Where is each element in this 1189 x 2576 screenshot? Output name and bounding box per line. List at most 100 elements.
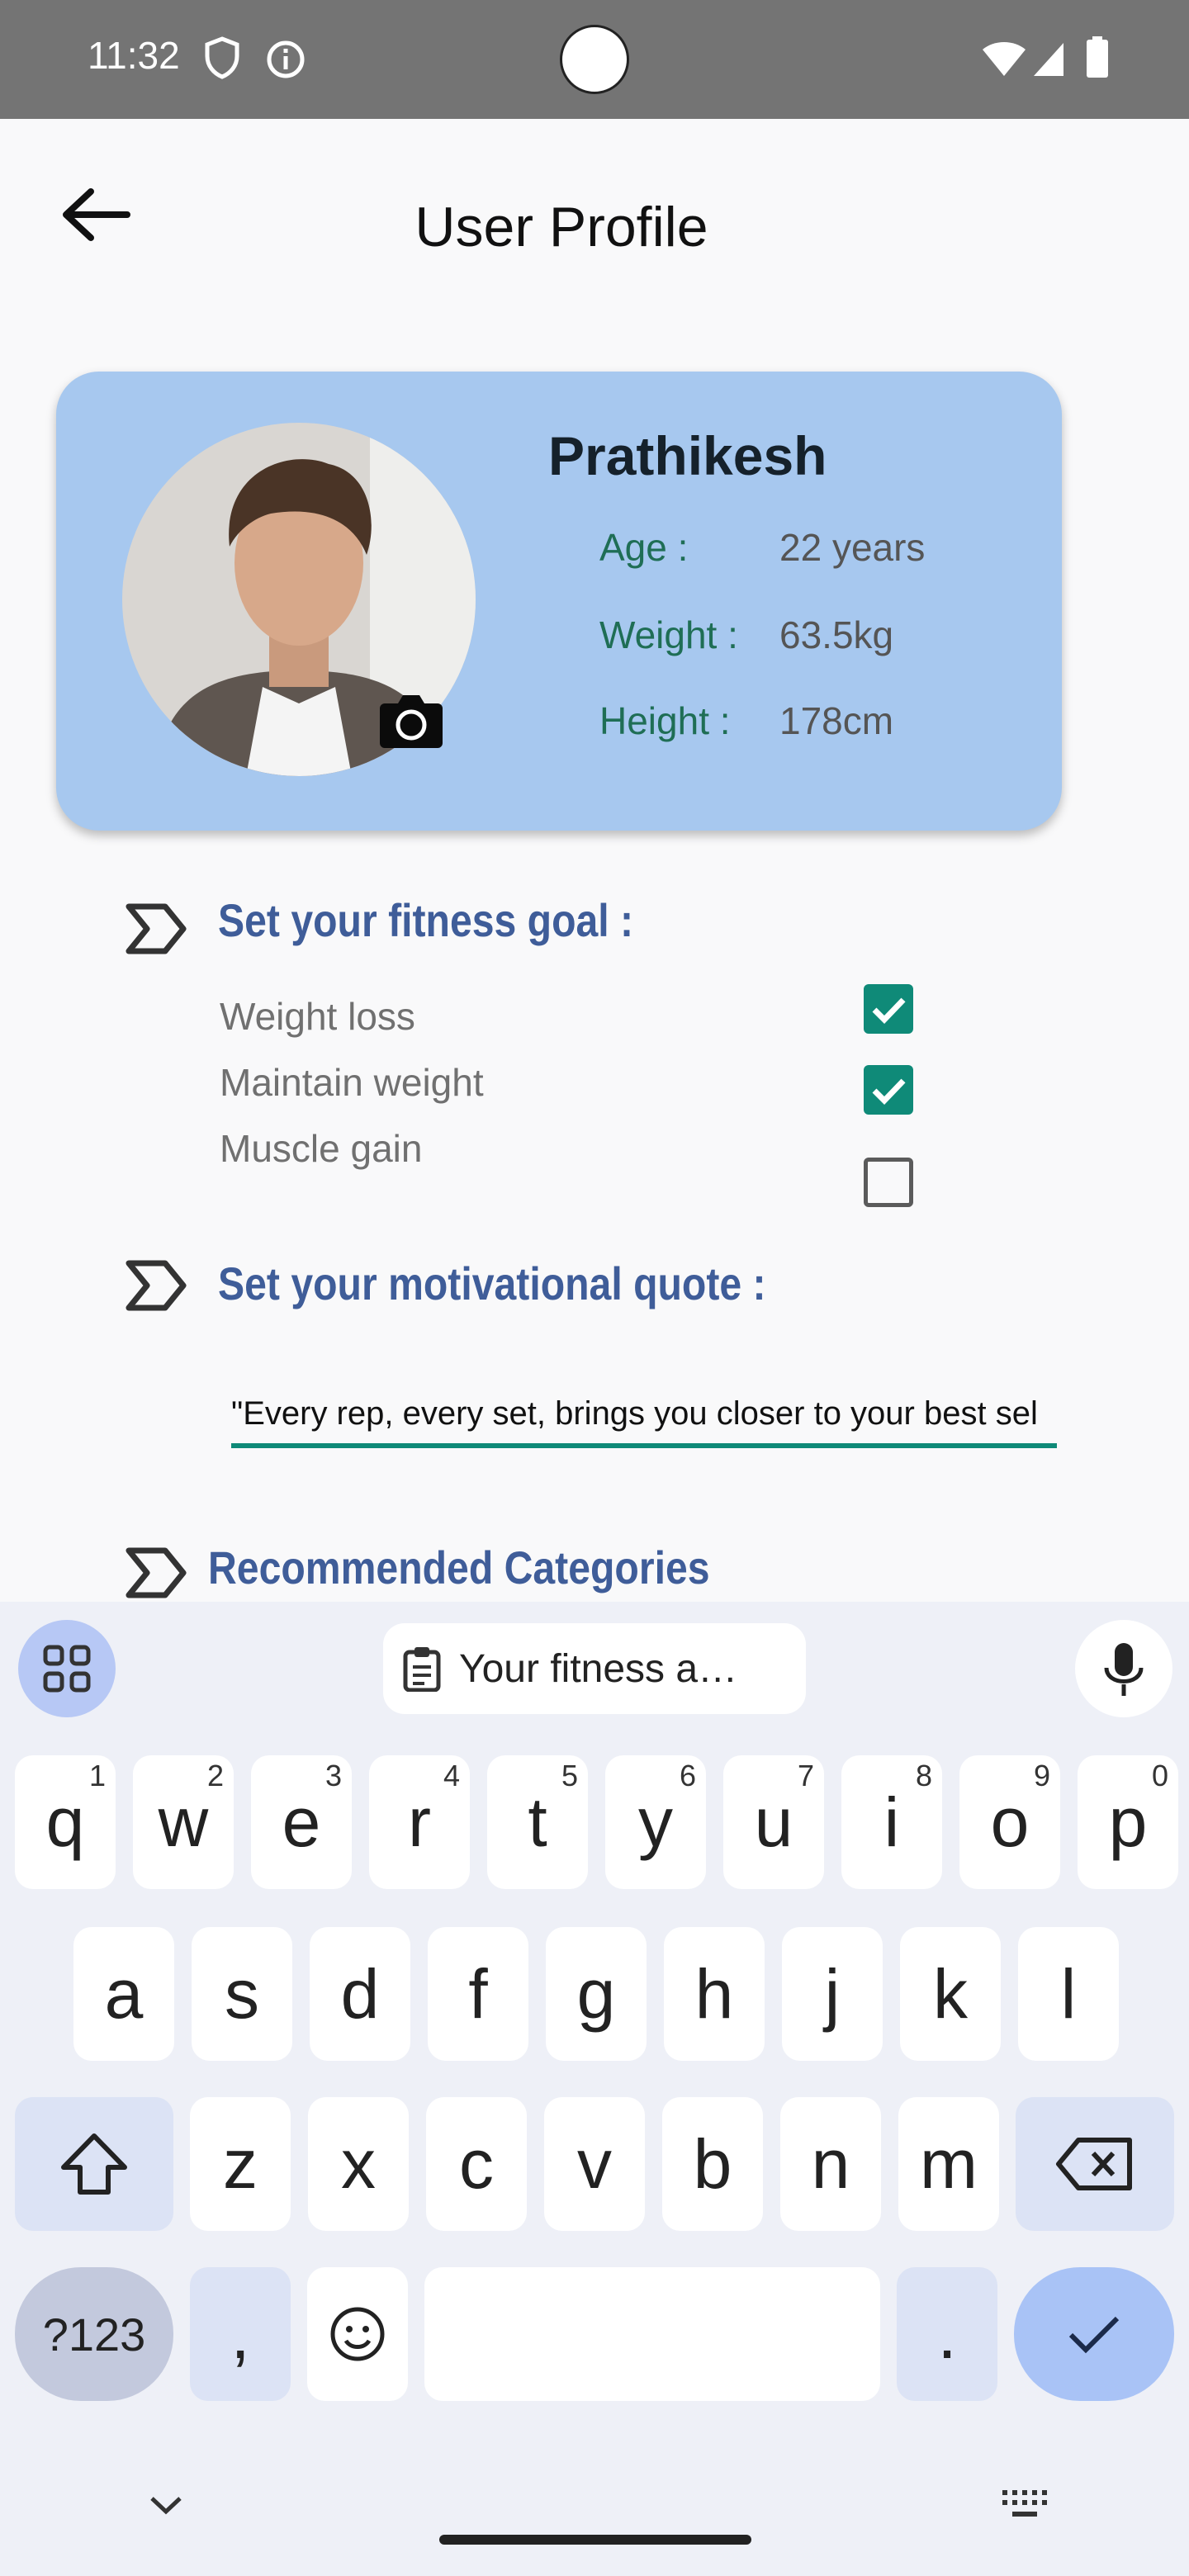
keyboard-switch-icon[interactable]	[1001, 2488, 1049, 2522]
age-label: Age :	[599, 526, 689, 569]
key-label: z	[223, 2124, 258, 2203]
shield-icon	[205, 36, 239, 79]
key-c[interactable]: c	[426, 2097, 527, 2231]
space-key[interactable]	[424, 2267, 880, 2401]
chevron-right-icon	[126, 903, 187, 954]
key-hint: 6	[679, 1759, 696, 1792]
quote-title: Set your motivational quote :	[218, 1257, 766, 1309]
clipboard-suggestion-text: Your fitness a…	[459, 1646, 738, 1691]
key-v[interactable]: v	[544, 2097, 645, 2231]
key-p[interactable]: p0	[1078, 1755, 1178, 1889]
key-label: p	[1108, 1783, 1148, 1861]
emoji-icon	[330, 2307, 385, 2361]
apps-grid-button[interactable]	[18, 1620, 116, 1717]
key-x[interactable]: x	[308, 2097, 409, 2231]
comma-key[interactable]: ,	[190, 2267, 291, 2401]
symbols-key[interactable]: ?123	[15, 2267, 173, 2401]
done-key[interactable]	[1014, 2267, 1174, 2401]
key-i[interactable]: i8	[841, 1755, 942, 1889]
chevron-right-icon	[126, 1260, 187, 1311]
key-hint: 0	[1151, 1759, 1168, 1792]
goal-label-weight-loss: Weight loss	[220, 995, 415, 1038]
key-b[interactable]: b	[662, 2097, 763, 2231]
key-t[interactable]: t5	[487, 1755, 588, 1889]
key-r[interactable]: r4	[369, 1755, 470, 1889]
key-g[interactable]: g	[546, 1927, 647, 2061]
period-key[interactable]: .	[897, 2267, 997, 2401]
key-y[interactable]: y6	[605, 1755, 706, 1889]
camera-cutout	[560, 25, 629, 94]
key-l[interactable]: l	[1018, 1927, 1119, 2061]
battery-icon	[1087, 36, 1108, 78]
key-hint: 3	[324, 1759, 342, 1792]
key-a[interactable]: a	[73, 1927, 174, 2061]
home-indicator	[439, 2535, 751, 2545]
key-label: u	[754, 1783, 793, 1861]
checkbox-maintain-weight[interactable]	[864, 1065, 913, 1115]
clipboard-icon	[403, 1647, 441, 1692]
age-value: 22 years	[779, 526, 926, 569]
microphone-icon	[1104, 1643, 1144, 1696]
grid-icon	[43, 1645, 91, 1693]
backspace-icon	[1056, 2138, 1132, 2190]
key-label: y	[638, 1783, 673, 1861]
key-n[interactable]: n	[780, 2097, 881, 2231]
key-label: x	[341, 2124, 376, 2203]
recommended-title: Recommended Categories	[208, 1541, 710, 1593]
shift-icon	[61, 2133, 127, 2195]
shift-key[interactable]	[15, 2097, 173, 2231]
signal-icon	[1034, 43, 1063, 76]
backspace-key[interactable]	[1016, 2097, 1174, 2231]
key-hint: 2	[206, 1759, 224, 1792]
status-bar: 11:32	[0, 0, 1189, 119]
key-hint: 7	[797, 1759, 814, 1792]
key-hint: 5	[561, 1759, 578, 1792]
key-hint: 8	[915, 1759, 932, 1792]
clipboard-suggestion-chip[interactable]: Your fitness a…	[383, 1623, 806, 1714]
weight-value: 63.5kg	[779, 613, 894, 656]
info-icon	[267, 40, 305, 78]
key-o[interactable]: o9	[959, 1755, 1060, 1889]
mic-button[interactable]	[1075, 1620, 1172, 1717]
chevron-down-icon[interactable]	[145, 2490, 187, 2520]
key-w[interactable]: w2	[133, 1755, 234, 1889]
key-m[interactable]: m	[898, 2097, 999, 2231]
check-icon	[1068, 2316, 1120, 2354]
key-k[interactable]: k	[900, 1927, 1001, 2061]
key-e[interactable]: e3	[251, 1755, 352, 1889]
quote-input-underline	[231, 1443, 1057, 1448]
key-z[interactable]: z	[190, 2097, 291, 2231]
goal-label-maintain-weight: Maintain weight	[220, 1061, 484, 1104]
key-label: t	[528, 1783, 547, 1861]
height-value: 178cm	[779, 699, 894, 742]
weight-label: Weight :	[599, 613, 738, 656]
checkbox-weight-loss[interactable]	[864, 984, 913, 1034]
key-d[interactable]: d	[310, 1927, 410, 2061]
key-f[interactable]: f	[428, 1927, 528, 2061]
camera-icon[interactable]	[378, 690, 444, 750]
key-label: v	[577, 2124, 612, 2203]
chevron-right-icon	[126, 1547, 187, 1598]
key-q[interactable]: q1	[15, 1755, 116, 1889]
profile-name: Prathikesh	[548, 425, 827, 486]
key-j[interactable]: j	[782, 1927, 883, 2061]
key-hint: 1	[88, 1759, 106, 1792]
key-label: c	[459, 2124, 494, 2203]
wifi-icon	[983, 42, 1026, 76]
key-label: w	[158, 1783, 209, 1861]
keyboard	[0, 1602, 1189, 2576]
fitness-goal-title: Set your fitness goal :	[218, 894, 634, 946]
key-label: l	[1060, 1954, 1077, 2033]
key-label: a	[104, 1954, 144, 2033]
key-label: k	[933, 1954, 968, 2033]
key-h[interactable]: h	[664, 1927, 765, 2061]
checkbox-muscle-gain[interactable]	[864, 1158, 913, 1207]
key-u[interactable]: u7	[723, 1755, 824, 1889]
key-label: n	[811, 2124, 850, 2203]
key-s[interactable]: s	[192, 1927, 292, 2061]
key-label: m	[920, 2124, 978, 2203]
quote-input[interactable]: "Every rep, every set, brings you closer…	[231, 1395, 1057, 1432]
goal-label-muscle-gain: Muscle gain	[220, 1127, 423, 1170]
emoji-key[interactable]	[307, 2267, 408, 2401]
key-label: b	[693, 2124, 732, 2203]
